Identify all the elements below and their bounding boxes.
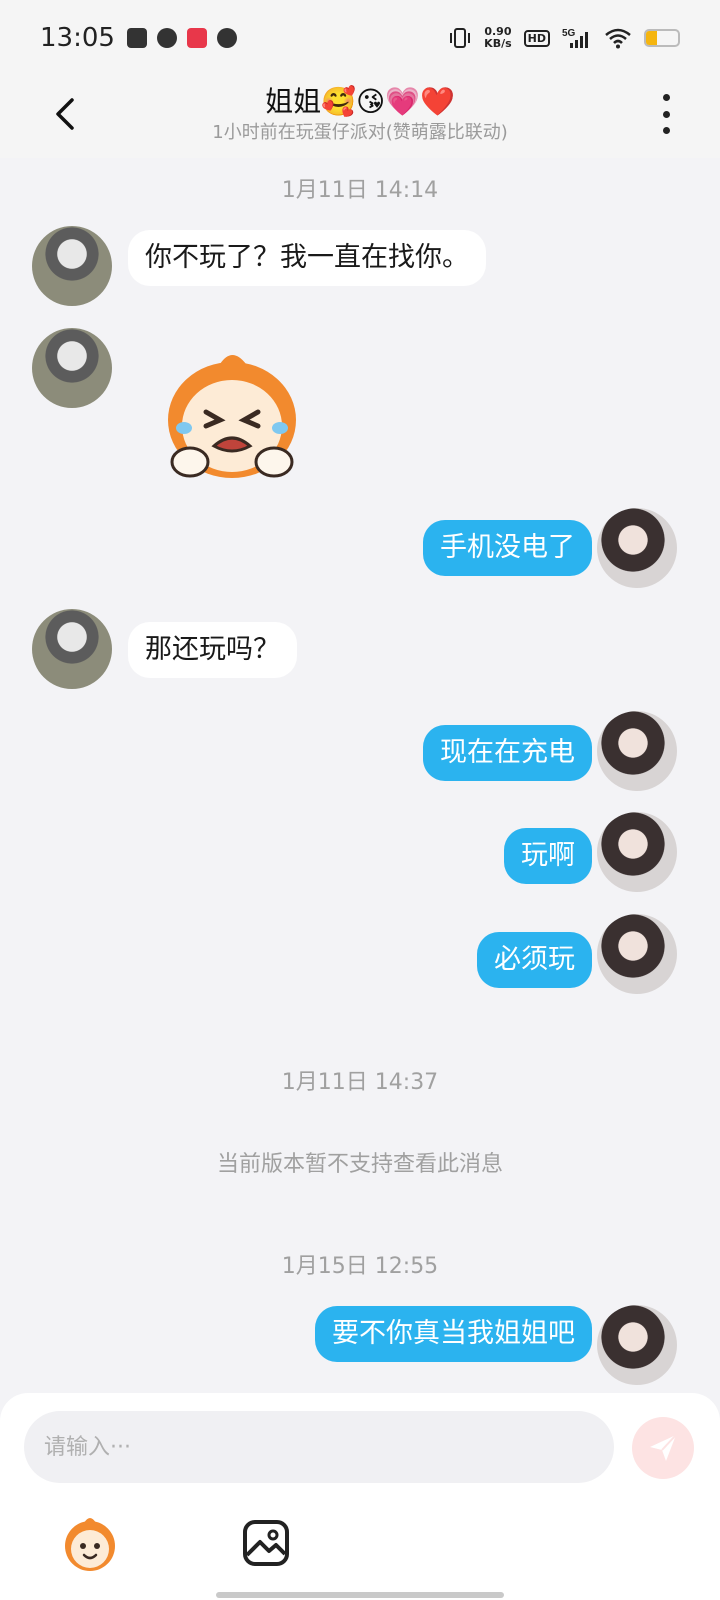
network-speed: 0.90 KB/s — [484, 26, 511, 50]
more-options-button[interactable] — [656, 94, 676, 134]
chat-header: 姐姐🥰😘💗❤️ 1小时前在玩蛋仔派对(赞萌露比联动) — [0, 76, 720, 158]
outgoing-message-bubble[interactable]: 必须玩 — [477, 932, 592, 988]
hd-badge: HD — [523, 29, 550, 47]
my-avatar[interactable] — [597, 812, 677, 892]
message-timestamp: 1月11日 14:14 — [281, 178, 439, 203]
network-speed-unit: KB/s — [484, 37, 512, 50]
outgoing-message-bubble[interactable]: 手机没电了 — [423, 520, 592, 576]
incoming-message-bubble[interactable]: 你不玩了？我一直在找你。 — [128, 230, 486, 286]
battery-level — [646, 31, 658, 45]
status-indicators: 0.90 KB/s HD 5G — [448, 26, 680, 50]
wifi-icon — [605, 28, 631, 49]
message-timestamp: 1月15日 12:55 — [281, 1254, 439, 1279]
crying-sticker[interactable] — [150, 350, 314, 482]
battery-icon — [644, 29, 680, 47]
vibrate-icon — [450, 28, 471, 48]
my-avatar[interactable] — [597, 711, 677, 791]
my-avatar[interactable] — [597, 914, 677, 994]
outgoing-message-bubble[interactable]: 要不你真当我姐姐吧 — [315, 1306, 592, 1362]
contact-avatar[interactable] — [32, 226, 112, 306]
message-input[interactable] — [24, 1411, 614, 1483]
status-bar: 13:05 0.90 KB/s HD 5G — [0, 0, 720, 76]
play-circle-icon — [156, 28, 177, 48]
more-dot — [662, 110, 670, 118]
notification-icons — [126, 28, 237, 48]
my-avatar[interactable] — [597, 1305, 677, 1385]
network-type-label: 5G — [562, 28, 576, 39]
app-notification-icon — [186, 28, 207, 48]
send-icon — [650, 1434, 677, 1461]
status-time: 13:05 — [40, 23, 115, 53]
more-dot — [662, 94, 670, 101]
contact-avatar[interactable] — [32, 328, 112, 408]
outgoing-message-bubble[interactable]: 现在在充电 — [423, 725, 592, 781]
outgoing-message-bubble[interactable]: 玩啊 — [504, 828, 592, 884]
incoming-message-bubble[interactable]: 那还玩吗？ — [128, 622, 297, 678]
my-avatar[interactable] — [597, 508, 677, 588]
message-composer — [0, 1393, 720, 1600]
emoji-sticker-button[interactable] — [60, 1513, 120, 1573]
message-timestamp: 1月11日 14:37 — [281, 1070, 439, 1095]
contact-status: 1小时前在玩蛋仔派对(赞萌露比联动) — [212, 122, 508, 143]
unsupported-message-notice: 当前版本暂不支持查看此消息 — [216, 1152, 503, 1177]
send-button[interactable] — [632, 1417, 694, 1479]
contact-name: 姐姐🥰😘💗❤️ — [265, 85, 455, 118]
image-picker-button[interactable] — [236, 1513, 296, 1573]
video-camera-icon — [126, 28, 147, 48]
wechat-icon — [216, 28, 237, 48]
more-dot — [662, 127, 670, 134]
home-indicator[interactable] — [216, 1592, 504, 1598]
cellular-signal-icon: 5G — [562, 28, 588, 48]
contact-avatar[interactable] — [32, 609, 112, 689]
